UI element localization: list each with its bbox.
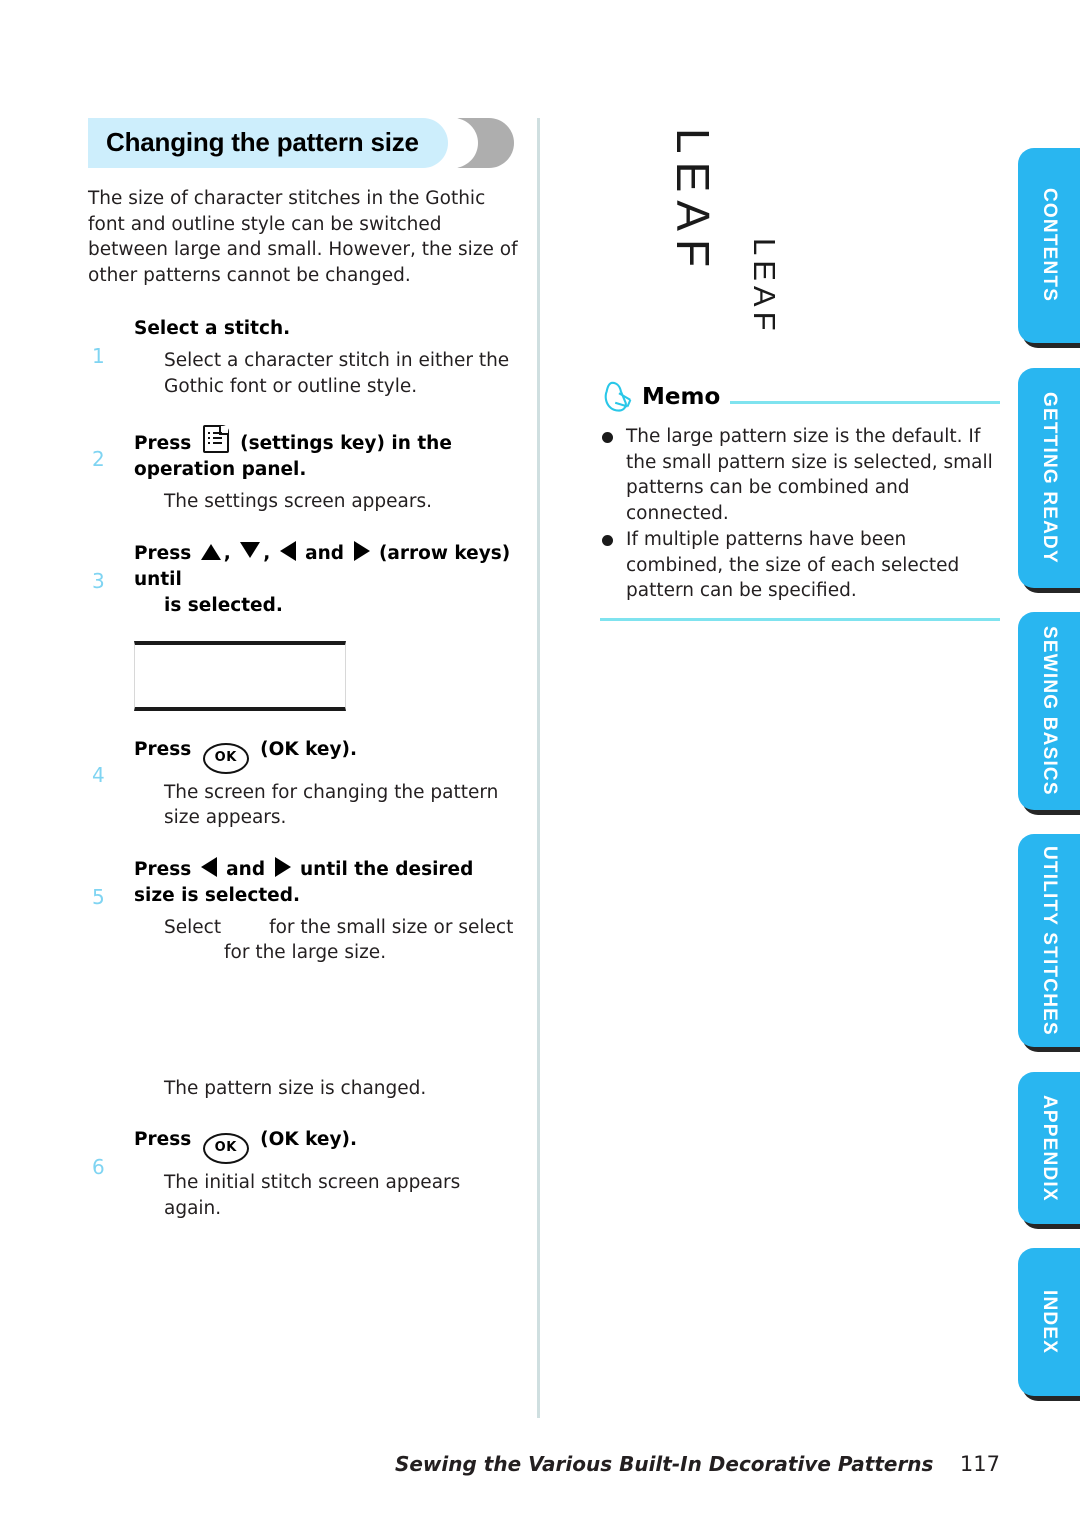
ok-key-icon: OK [202, 742, 249, 774]
leaf-sample-figure: LEAF LEAF [600, 118, 1000, 358]
select-word: Select [164, 916, 222, 938]
side-tab-getting-ready[interactable]: GETTING READY [1018, 368, 1080, 588]
step-3: 3 Press , , and (arrow keys) until is se… [88, 540, 518, 619]
memo-box: Memo The large pattern size is the defau… [600, 381, 1000, 621]
step-heading: Press and until the desired size is sele… [134, 856, 518, 909]
comma-2: , [263, 542, 271, 564]
leaf-small-sample: LEAF [747, 238, 782, 336]
memo-title: Memo [642, 384, 721, 410]
side-tab-sewing-basics[interactable]: SEWING BASICS [1018, 612, 1080, 810]
step-number: 6 [92, 1155, 105, 1179]
column-divider [537, 118, 540, 1418]
side-tab-label: APPENDIX [1039, 1094, 1060, 1202]
memo-item: If multiple patterns have been combined,… [600, 527, 1000, 604]
arrow-left-icon [200, 856, 217, 877]
ok-key-icon: OK [202, 1133, 249, 1164]
memo-item: The large pattern size is the default. I… [600, 424, 1000, 526]
memo-items: The large pattern size is the default. I… [600, 424, 1000, 604]
step-body: The screen for changing the pattern size… [164, 781, 499, 829]
leaf-large-sample: LEAF [667, 128, 719, 276]
step-heading: Press (settings key) in the operation pa… [134, 425, 518, 483]
arrow-left-icon [279, 540, 296, 561]
steps-list: 1 Select a stitch. Select a character st… [88, 316, 518, 1221]
step-body-result: The pattern size is changed. [164, 1077, 427, 1099]
memo-bottom-rule [600, 617, 1000, 621]
step-heading-and: and [305, 542, 345, 564]
left-column: Changing the pattern size The size of ch… [88, 116, 518, 1231]
step-heading-pre: Press [134, 738, 192, 760]
side-tab-label: UTILITY STITCHES [1039, 845, 1060, 1036]
step-heading-pre: Press [134, 542, 192, 564]
step-heading-pre: Press [134, 433, 192, 454]
arrow-up-icon [200, 543, 221, 560]
step-number: 2 [92, 447, 105, 471]
side-tab-label: INDEX [1039, 1289, 1060, 1355]
step-heading-tail: is selected. [164, 594, 283, 616]
memo-top-rule [730, 401, 1000, 404]
side-tab-label: SEWING BASICS [1039, 626, 1060, 796]
side-tab-appendix[interactable]: APPENDIX [1018, 1072, 1080, 1224]
arrow-down-icon [240, 541, 261, 558]
step-heading: Press OK (OK key). [134, 1127, 518, 1164]
step-number: 5 [92, 884, 105, 909]
step-heading-post: (OK key). [260, 1129, 358, 1150]
step-number: 3 [92, 568, 105, 593]
step-4: 4 Press OK (OK key). The screen for chan… [88, 737, 518, 831]
section-banner: Changing the pattern size [88, 116, 518, 176]
step-5: 5 Press and until the desired size is se… [88, 856, 518, 1102]
arrow-right-icon [353, 540, 370, 561]
step-heading-and: and [226, 858, 266, 880]
step-heading-pre: Press [134, 1129, 192, 1150]
comma-1: , [223, 542, 231, 564]
memo-pencil-icon [604, 381, 632, 412]
step-body-size-select: Select for the small size or select for th… [134, 915, 518, 966]
size-figure-placeholder [134, 966, 518, 1076]
step-1: 1 Select a stitch. Select a character st… [88, 316, 518, 399]
step-6: 6 Press OK (OK key). The initial stitch … [88, 1127, 518, 1221]
side-tab-navigation: CONTENTS GETTING READY SEWING BASICS UTI… [1008, 0, 1080, 1526]
step-number: 1 [92, 344, 105, 368]
side-tab-label: GETTING READY [1039, 392, 1060, 564]
footer-chapter-title: Sewing the Various Built-In Decorative P… [394, 1452, 934, 1476]
step-body: The initial stitch screen appears again. [164, 1172, 461, 1219]
step-heading-pre: Press [134, 858, 192, 880]
side-tab-utility-stitches[interactable]: UTILITY STITCHES [1018, 834, 1080, 1047]
memo-header: Memo [600, 381, 1000, 418]
arrow-right-icon [274, 856, 291, 877]
step-heading: Press , , and (arrow keys) until is sele… [134, 540, 518, 619]
right-column: LEAF LEAF Memo The large pattern size is… [600, 118, 1000, 621]
step-number: 4 [92, 762, 105, 787]
side-tab-index[interactable]: INDEX [1018, 1248, 1080, 1396]
step-heading: Press OK (OK key). [134, 737, 518, 774]
settings-key-icon [202, 425, 229, 453]
intro-paragraph: The size of character stitches in the Go… [88, 188, 518, 286]
footer-page-number: 117 [959, 1452, 1000, 1476]
settings-screen-figure [134, 640, 346, 711]
step-2: 2 Press (settings key) in the operation … [88, 425, 518, 515]
step-heading: Select a stitch. [134, 318, 291, 339]
page-footer: Sewing the Various Built-In Decorative P… [0, 1452, 1010, 1476]
side-tab-label: CONTENTS [1039, 188, 1060, 303]
step-body: The settings screen appears. [164, 491, 432, 512]
manual-page: Changing the pattern size The size of ch… [0, 0, 1080, 1526]
step-body: Select a character stitch in either the … [164, 350, 510, 397]
large-size-phrase: for the large size. [224, 942, 387, 963]
page-title: Changing the pattern size [106, 127, 419, 157]
side-tab-contents[interactable]: CONTENTS [1018, 148, 1080, 343]
step-heading-post: (OK key). [260, 738, 358, 760]
small-size-phrase: for the small size or select [269, 916, 514, 938]
